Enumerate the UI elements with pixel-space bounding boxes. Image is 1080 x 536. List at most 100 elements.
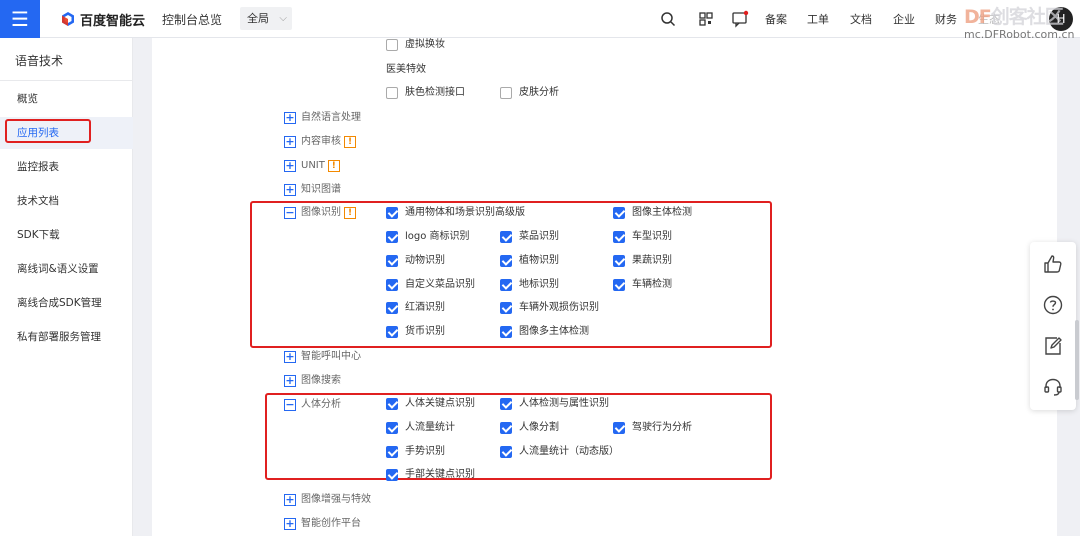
nav-beian[interactable]: 备案 [765,11,787,27]
group-creation-platform[interactable]: + 智能创作平台 [284,517,361,531]
sidebar-item-sdk-download[interactable]: SDK下载 [0,219,133,251]
menu-button[interactable]: ☰ [0,0,40,38]
group-unit[interactable]: + UNIT! [284,159,340,173]
scrollbar[interactable] [1075,320,1079,400]
checkbox-box[interactable] [386,326,398,338]
checkbox-box[interactable] [386,422,398,434]
expand-icon[interactable]: + [284,160,296,172]
nav-finance[interactable]: 财务 [935,11,957,27]
group-image-enhance[interactable]: + 图像增强与特效 [284,493,371,507]
checkbox-skin-color[interactable]: 肤色检测接口 [386,86,465,100]
expand-icon[interactable]: + [284,518,296,530]
group-image-recognition[interactable]: − 图像识别! [284,206,356,220]
checkbox-box[interactable] [500,422,512,434]
checkbox-image-subject[interactable]: 图像主体检测 [613,206,692,220]
edit-icon[interactable] [1042,335,1064,357]
search-icon[interactable] [659,10,677,28]
nav-ticket[interactable]: 工单 [807,11,829,27]
checkbox-multi-subject[interactable]: 图像多主体检测 [500,325,589,339]
qrcode-icon[interactable] [697,10,715,28]
expand-icon[interactable]: + [284,494,296,506]
checkbox-label: 车型识别 [632,231,672,242]
expand-icon[interactable]: + [284,112,296,124]
checkbox-box[interactable] [613,231,625,243]
checkbox-box[interactable] [500,255,512,267]
group-image-search[interactable]: + 图像搜索 [284,374,341,388]
checkbox-virtual-makeup[interactable]: 虚拟换妆 [386,38,445,52]
group-knowledge-graph[interactable]: + 知识图谱 [284,183,341,197]
checkbox-box[interactable] [386,279,398,291]
checkbox-box[interactable] [386,255,398,267]
sidebar-item-tech-docs[interactable]: 技术文档 [0,185,133,217]
nav-ecosystem[interactable]: 生态 [978,11,1000,27]
checkbox-car-model[interactable]: 车型识别 [613,230,672,244]
checkbox-box[interactable] [500,326,512,338]
expand-icon[interactable]: + [284,136,296,148]
collapse-icon[interactable]: − [284,207,296,219]
expand-icon[interactable]: + [284,375,296,387]
group-nlp[interactable]: + 自然语言处理 [284,111,361,125]
checkbox-body-attr[interactable]: 人体检测与属性识别 [500,397,609,411]
customer-service-icon[interactable] [1042,376,1064,398]
checkbox-driver-behavior[interactable]: 驾驶行为分析 [613,421,692,435]
console-overview-link[interactable]: 控制台总览 [162,11,222,28]
checkbox-box[interactable] [386,87,398,99]
checkbox-gesture[interactable]: 手势识别 [386,445,445,459]
checkbox-box[interactable] [386,207,398,219]
nav-enterprise[interactable]: 企业 [893,11,915,27]
checkbox-wine[interactable]: 红酒识别 [386,301,445,315]
checkbox-vehicle-damage[interactable]: 车辆外观损伤识别 [500,301,599,315]
checkbox-crowd-dynamic[interactable]: 人流量统计（动态版） [500,445,619,459]
sidebar-item-monitoring[interactable]: 监控报表 [0,151,133,183]
checkbox-box[interactable] [500,87,512,99]
checkbox-box[interactable] [500,279,512,291]
checkbox-vehicle-detect[interactable]: 车辆检测 [613,278,672,292]
sidebar-item-private-deploy[interactable]: 私有部署服务管理 [0,321,133,353]
checkbox-box[interactable] [500,231,512,243]
nav-docs[interactable]: 文档 [850,11,872,27]
expand-icon[interactable]: + [284,351,296,363]
checkbox-landmark[interactable]: 地标识别 [500,278,559,292]
avatar[interactable]: H [1049,7,1073,31]
sidebar-item-overview[interactable]: 概览 [0,83,133,115]
group-label: 内容审核 [301,136,341,147]
checkbox-general-object[interactable]: 通用物体和场景识别高级版 [386,206,525,220]
checkbox-box[interactable] [386,231,398,243]
logo[interactable]: 百度智能云 [60,10,145,29]
checkbox-box[interactable] [500,302,512,314]
sidebar-item-offline-sdk[interactable]: 离线合成SDK管理 [0,287,133,319]
group-body-analysis[interactable]: − 人体分析 [284,398,341,412]
checkbox-logo[interactable]: logo 商标识别 [386,230,470,244]
checkbox-dish[interactable]: 菜品识别 [500,230,559,244]
checkbox-animal[interactable]: 动物识别 [386,254,445,268]
checkbox-box[interactable] [613,422,625,434]
thumbs-up-icon[interactable] [1042,253,1064,275]
checkbox-box[interactable] [613,207,625,219]
checkbox-plant[interactable]: 植物识别 [500,254,559,268]
region-select[interactable]: 全局 ⌵ [240,7,292,30]
checkbox-body-keypoint[interactable]: 人体关键点识别 [386,397,475,411]
group-call-center[interactable]: + 智能呼叫中心 [284,350,361,364]
checkbox-box[interactable] [613,279,625,291]
checkbox-fruit-veg[interactable]: 果蔬识别 [613,254,672,268]
checkbox-box[interactable] [386,39,398,51]
checkbox-box[interactable] [613,255,625,267]
expand-icon[interactable]: + [284,184,296,196]
collapse-icon[interactable]: − [284,399,296,411]
checkbox-skin-analysis[interactable]: 皮肤分析 [500,86,559,100]
checkbox-box[interactable] [500,446,512,458]
checkbox-box[interactable] [386,446,398,458]
group-content-audit[interactable]: + 内容审核! [284,135,356,149]
checkbox-body-seg[interactable]: 人像分割 [500,421,559,435]
checkbox-box[interactable] [386,469,398,481]
checkbox-custom-dish[interactable]: 自定义菜品识别 [386,278,475,292]
message-icon[interactable] [731,10,749,28]
checkbox-hand-keypoint[interactable]: 手部关键点识别 [386,468,475,482]
checkbox-box[interactable] [386,302,398,314]
checkbox-currency[interactable]: 货币识别 [386,325,445,339]
help-icon[interactable] [1042,294,1064,316]
checkbox-box[interactable] [386,398,398,410]
checkbox-box[interactable] [500,398,512,410]
sidebar-item-offline-words[interactable]: 离线词&语义设置 [0,253,133,285]
checkbox-crowd-count[interactable]: 人流量统计 [386,421,455,435]
